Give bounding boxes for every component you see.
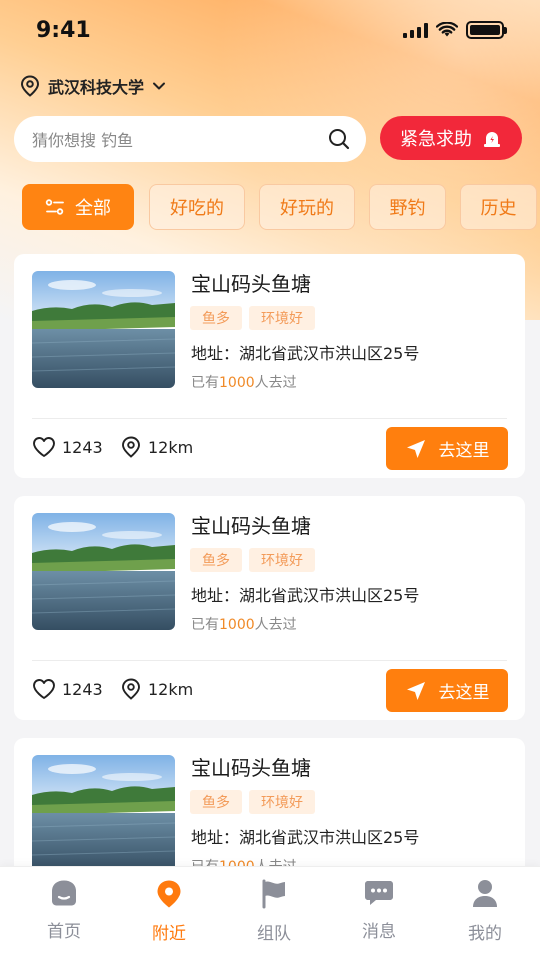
spot-photo	[32, 271, 175, 388]
distance-info: 12km	[120, 434, 193, 460]
status-time: 9:41	[36, 17, 91, 43]
filter-chips: 全部 好吃的 好玩的 野钓 历史	[22, 184, 540, 230]
navigate-label: 去这里	[438, 441, 490, 461]
tag: 鱼多	[190, 306, 242, 330]
distance-value: 12km	[148, 437, 194, 457]
location-label: 武汉科技大学	[48, 78, 145, 97]
filter-chip-history[interactable]: 历史	[460, 184, 537, 230]
tab-messages[interactable]: 消息	[339, 879, 419, 942]
like-button[interactable]: 1243	[32, 434, 103, 460]
filter-chip-label: 野钓	[389, 198, 426, 219]
distance-info: 12km	[120, 676, 193, 702]
search-input[interactable]: 猜你想搜 钓鱼	[14, 116, 366, 162]
spot-photo	[32, 755, 175, 872]
navigation-arrow-icon	[406, 681, 425, 700]
spot-tags: 鱼多 环境好	[190, 306, 315, 330]
navigation-arrow-icon	[406, 439, 425, 458]
tab-label: 消息	[362, 922, 396, 942]
filter-chip-label: 好玩的	[280, 198, 334, 219]
tab-label: 组队	[257, 924, 291, 944]
filter-chip-wild-fishing[interactable]: 野钓	[369, 184, 446, 230]
tab-label: 附近	[152, 924, 186, 944]
emergency-help-label: 紧急求助	[400, 129, 472, 150]
location-pin-icon	[122, 678, 140, 700]
divider	[32, 660, 507, 661]
like-button[interactable]: 1243	[32, 676, 103, 702]
spot-tags: 鱼多 环境好	[190, 548, 315, 572]
spot-photo	[32, 513, 175, 630]
spot-title: 宝山码头鱼塘	[191, 756, 311, 780]
filter-chip-label: 全部	[75, 198, 111, 219]
home-icon	[52, 880, 76, 906]
tab-nearby[interactable]: 附近	[129, 879, 209, 944]
tag: 环境好	[249, 790, 315, 814]
filter-chip-food[interactable]: 好吃的	[149, 184, 245, 230]
visit-count: 已有1000人去过	[191, 375, 297, 391]
spot-address: 地址：湖北省武汉市洪山区25号	[191, 344, 420, 363]
tag: 环境好	[249, 548, 315, 572]
bottom-tab-bar: 首页 附近 组队 消息 我的	[0, 866, 540, 960]
tag: 环境好	[249, 306, 315, 330]
spot-address: 地址：湖北省武汉市洪山区25号	[191, 828, 420, 847]
navigate-button[interactable]: 去这里	[386, 427, 508, 470]
flag-icon	[262, 879, 285, 909]
search-placeholder: 猜你想搜 钓鱼	[32, 131, 134, 150]
navigate-button[interactable]: 去这里	[386, 669, 508, 712]
like-count: 1243	[62, 679, 103, 699]
divider	[32, 418, 507, 419]
tab-team[interactable]: 组队	[234, 879, 314, 944]
visit-count: 已有1000人去过	[191, 617, 297, 633]
status-icons	[403, 21, 507, 39]
spot-card[interactable]: 宝山码头鱼塘 鱼多 环境好 地址：湖北省武汉市洪山区25号 已有1000人去过 …	[14, 496, 525, 720]
message-icon	[365, 881, 393, 905]
tab-label: 我的	[468, 924, 502, 944]
location-pin-icon	[122, 436, 140, 458]
location-pin-icon	[157, 880, 181, 908]
spot-title: 宝山码头鱼塘	[191, 514, 311, 538]
tag: 鱼多	[190, 790, 242, 814]
spot-address: 地址：湖北省武汉市洪山区25号	[191, 586, 420, 605]
spot-tags: 鱼多 环境好	[190, 790, 315, 814]
filter-icon	[45, 199, 64, 215]
filter-chip-label: 好吃的	[170, 198, 224, 219]
heart-icon	[33, 437, 55, 457]
wifi-icon	[436, 22, 458, 37]
like-count: 1243	[62, 437, 103, 457]
location-selector[interactable]: 武汉科技大学	[20, 72, 166, 100]
location-pin-icon	[20, 75, 40, 97]
user-icon	[473, 880, 497, 907]
tag: 鱼多	[190, 548, 242, 572]
alarm-icon	[484, 132, 500, 147]
search-icon[interactable]	[328, 128, 350, 150]
emergency-help-button[interactable]: 紧急求助	[380, 116, 522, 160]
status-bar: 9:41	[0, 0, 540, 60]
signal-icon	[403, 22, 428, 38]
distance-value: 12km	[148, 679, 194, 699]
filter-chip-all[interactable]: 全部	[22, 184, 134, 230]
spot-card[interactable]: 宝山码头鱼塘 鱼多 环境好 地址：湖北省武汉市洪山区25号 已有1000人去过 …	[14, 254, 525, 478]
heart-icon	[33, 679, 55, 699]
filter-chip-fun[interactable]: 好玩的	[259, 184, 355, 230]
tab-label: 首页	[47, 922, 81, 942]
tab-profile[interactable]: 我的	[445, 879, 525, 944]
navigate-label: 去这里	[438, 683, 490, 703]
tab-home[interactable]: 首页	[24, 879, 104, 942]
battery-icon	[466, 21, 507, 39]
spot-title: 宝山码头鱼塘	[191, 272, 311, 296]
filter-chip-label: 历史	[480, 198, 517, 219]
chevron-down-icon	[153, 82, 166, 90]
